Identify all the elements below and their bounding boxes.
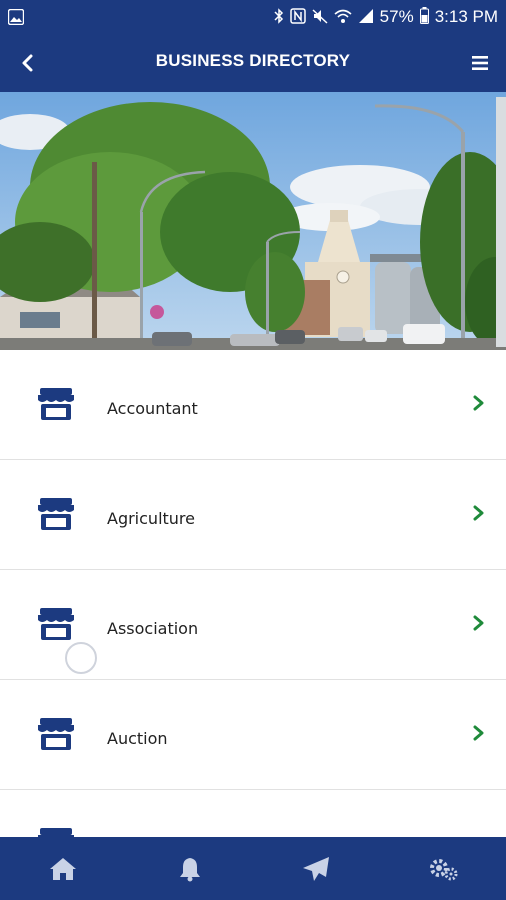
home-icon	[50, 857, 77, 880]
menu-button[interactable]	[470, 54, 490, 72]
list-item-auction[interactable]: Auction	[0, 680, 506, 790]
item-label: Auction	[107, 729, 168, 748]
image-notification-icon	[7, 8, 25, 30]
chevron-right-icon	[473, 505, 484, 521]
bottom-nav	[0, 837, 506, 900]
hamburger-menu-icon	[472, 56, 488, 70]
hero-image	[0, 92, 506, 350]
list-item-agriculture[interactable]: Agriculture	[0, 460, 506, 570]
wifi-icon	[334, 8, 352, 27]
battery-icon	[419, 7, 429, 27]
nfc-icon	[289, 7, 306, 27]
item-label: Accountant	[107, 399, 198, 418]
nav-send[interactable]	[253, 837, 380, 900]
nav-settings[interactable]	[380, 837, 506, 900]
app-header: BUSINESS DIRECTORY	[0, 34, 506, 92]
list-item-partial[interactable]	[0, 790, 506, 837]
list-item-accountant[interactable]: Accountant	[0, 350, 506, 460]
clock: 3:13 PM	[434, 7, 498, 26]
store-icon	[38, 498, 74, 530]
page-title: BUSINESS DIRECTORY	[155, 51, 351, 70]
directory-list: Accountant Agriculture Association Aucti…	[0, 350, 506, 837]
chevron-right-icon	[473, 725, 484, 741]
store-icon	[38, 608, 74, 640]
bluetooth-icon	[274, 7, 284, 27]
status-icons: 57% 3:13 PM	[274, 0, 498, 34]
mute-icon	[312, 8, 328, 27]
item-label: Association	[107, 619, 199, 638]
store-icon	[38, 718, 74, 750]
chevron-right-icon	[473, 615, 484, 631]
list-item-association[interactable]: Association	[0, 570, 506, 680]
signal-icon	[358, 8, 374, 27]
store-icon	[38, 828, 74, 837]
store-icon	[38, 388, 74, 420]
bell-icon	[179, 857, 200, 881]
nav-home[interactable]	[0, 837, 127, 900]
battery-percent: 57%	[379, 7, 414, 26]
nav-notifications[interactable]	[127, 837, 254, 900]
settings-icon	[429, 858, 458, 880]
send-icon	[303, 856, 330, 881]
chevron-right-icon	[473, 395, 484, 411]
item-label: Agriculture	[107, 509, 195, 528]
status-bar: 57% 3:13 PM	[0, 0, 506, 34]
